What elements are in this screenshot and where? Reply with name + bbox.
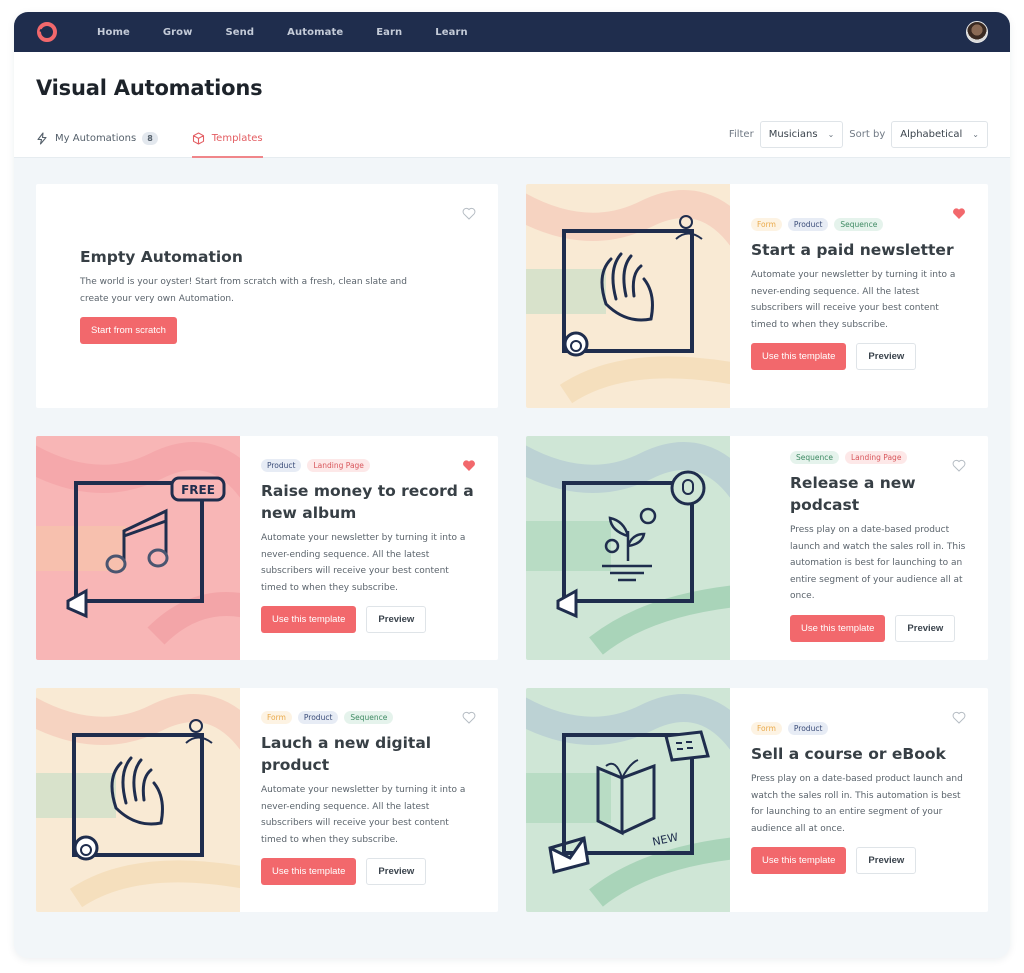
preview-button[interactable]: Preview <box>366 606 427 633</box>
filter-sort-controls: Filter Musicians ⌄ Sort by Alphabetical … <box>729 121 988 148</box>
waving-hand-illustration <box>526 184 730 408</box>
card-description: The world is your oyster! Start from scr… <box>80 277 407 304</box>
top-navigation-bar: Home Grow Send Automate Earn Learn <box>14 12 1010 52</box>
tab-my-automations[interactable]: My Automations 8 <box>36 124 158 152</box>
brand-logo-icon[interactable] <box>36 21 58 43</box>
card-title: Raise money to record a new album <box>261 482 474 522</box>
template-card: Form Product Sequence Lauch a new digita… <box>36 688 498 912</box>
nav-send[interactable]: Send <box>226 27 255 38</box>
tag-product: Product <box>261 459 302 472</box>
chevron-down-icon: ⌄ <box>972 130 979 139</box>
chevron-down-icon: ⌄ <box>827 130 835 139</box>
automations-count-badge: 8 <box>142 131 158 145</box>
open-book-illustration: NEW <box>526 688 730 912</box>
template-card: NEW Form Product Sell a course or eBook … <box>526 688 988 912</box>
preview-button[interactable]: Preview <box>856 343 917 370</box>
app-window: Home Grow Send Automate Earn Learn Visua… <box>14 12 1010 958</box>
cube-icon <box>192 131 204 145</box>
tag-product: Product <box>787 218 829 231</box>
preview-button[interactable]: Preview <box>895 614 956 642</box>
card-title: Start a paid newsletter <box>751 241 954 259</box>
card-title: Sell a course or eBook <box>751 745 946 763</box>
nav-home[interactable]: Home <box>97 27 130 38</box>
start-from-scratch-button[interactable]: Start from scratch <box>80 317 177 344</box>
page-title: Visual Automations <box>36 76 263 100</box>
card-description: Automate your newsletter by turning it i… <box>261 785 466 845</box>
tag-list: Form Product Sequence <box>751 218 966 231</box>
filter-value: Musicians <box>768 129 818 140</box>
template-card: Sequence Landing Page Release a new podc… <box>526 436 988 660</box>
tag-sequence: Sequence <box>344 711 394 724</box>
template-card: Form Product Sequence Start a paid newsl… <box>526 184 988 408</box>
tag-product: Product <box>787 722 829 735</box>
sort-value: Alphabetical <box>900 129 963 140</box>
tab-templates[interactable]: Templates <box>191 124 263 158</box>
card-description: Press play on a date-based product launc… <box>751 774 963 834</box>
card-title: Empty Automation <box>80 248 243 266</box>
use-template-button[interactable]: Use this template <box>751 847 847 874</box>
new-label: NEW <box>651 830 679 848</box>
nav-earn[interactable]: Earn <box>376 27 402 38</box>
nav-automate[interactable]: Automate <box>287 27 343 38</box>
preview-button[interactable]: Preview <box>856 847 917 874</box>
sort-label: Sort by <box>849 129 886 140</box>
tag-form: Form <box>751 722 782 735</box>
page-header: Visual Automations My Automations 8 Temp… <box>14 52 1010 158</box>
use-template-button[interactable]: Use this template <box>751 343 847 370</box>
tab-label: Templates <box>211 132 263 144</box>
nav-learn[interactable]: Learn <box>435 27 467 38</box>
tag-landing-page: Landing Page <box>845 451 908 464</box>
heart-outline-icon[interactable] <box>462 207 476 220</box>
free-label: FREE <box>181 483 215 497</box>
tag-sequence: Sequence <box>834 218 884 231</box>
nav-grow[interactable]: Grow <box>163 27 193 38</box>
tag-form: Form <box>751 218 782 231</box>
tag-form: Form <box>261 711 292 724</box>
tabs: My Automations 8 Templates <box>36 124 263 158</box>
filter-select[interactable]: Musicians ⌄ <box>759 121 844 148</box>
card-title: Release a new podcast <box>790 474 916 514</box>
card-description: Automate your newsletter by turning it i… <box>751 270 956 330</box>
user-avatar[interactable] <box>966 21 988 43</box>
template-card: FREE Product Landing Page Raise money to… <box>36 436 498 660</box>
filter-label: Filter <box>728 129 754 140</box>
tag-product: Product <box>297 711 339 724</box>
card-description: Press play on a date-based product launc… <box>790 525 966 601</box>
tag-list: Form Product <box>751 722 966 735</box>
tag-landing-page: Landing Page <box>307 459 370 472</box>
waving-hand-illustration <box>36 688 240 912</box>
tag-sequence: Sequence <box>790 451 839 464</box>
preview-button[interactable]: Preview <box>366 858 427 885</box>
card-title: Lauch a new digital product <box>261 734 432 774</box>
music-note-illustration: FREE <box>36 436 240 660</box>
tag-list: Form Product Sequence <box>261 711 476 724</box>
tag-list: Product Landing Page <box>261 459 476 472</box>
sprout-illustration <box>526 436 730 660</box>
use-template-button[interactable]: Use this template <box>261 858 357 885</box>
use-template-button[interactable]: Use this template <box>790 614 886 642</box>
sort-select[interactable]: Alphabetical ⌄ <box>891 121 988 148</box>
use-template-button[interactable]: Use this template <box>261 606 357 633</box>
tab-label: My Automations <box>55 132 137 144</box>
main-nav: Home Grow Send Automate Earn Learn <box>97 12 501 52</box>
empty-automation-card: Empty Automation The world is your oyste… <box>36 184 498 408</box>
card-description: Automate your newsletter by turning it i… <box>261 533 466 593</box>
lightning-icon <box>37 131 47 145</box>
tag-list: Sequence Landing Page <box>790 451 966 464</box>
